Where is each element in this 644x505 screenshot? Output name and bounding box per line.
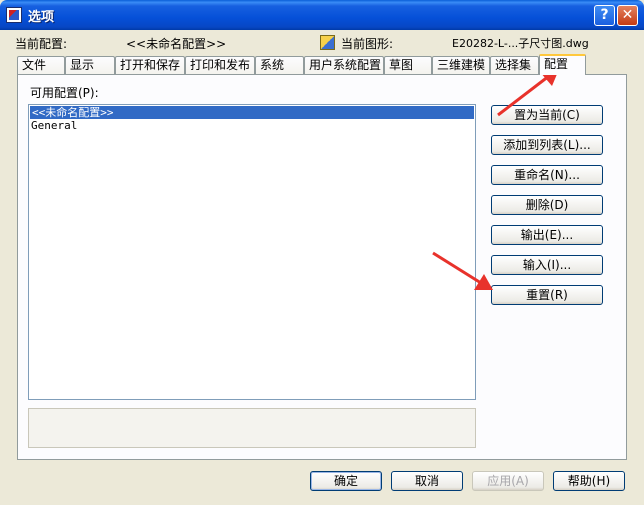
add-to-list-button[interactable]: 添加到列表(L)... <box>491 135 603 155</box>
help-icon[interactable]: ? <box>594 5 615 26</box>
close-icon[interactable]: ✕ <box>617 5 638 26</box>
available-profiles-label: 可用配置(P): <box>30 86 99 100</box>
autocad-app-icon <box>6 7 22 23</box>
tab-system[interactable]: 系统 <box>255 56 304 74</box>
import-button[interactable]: 输入(I)... <box>491 255 603 275</box>
tab-plot-and-publish[interactable]: 打印和发布 <box>185 56 255 74</box>
ok-button[interactable]: 确定 <box>310 471 382 491</box>
tab-display[interactable]: 显示 <box>65 56 115 74</box>
tab-user-preferences[interactable]: 用户系统配置 <box>304 56 384 74</box>
delete-button[interactable]: 删除(D) <box>491 195 603 215</box>
tab-drafting[interactable]: 草图 <box>384 56 432 74</box>
current-drawing-value: E20282-L-...子尺寸图.dwg <box>452 37 589 50</box>
list-item[interactable]: General <box>29 119 475 132</box>
profile-description-box <box>28 408 476 448</box>
reset-button[interactable]: 重置(R) <box>491 285 603 305</box>
tab-selection[interactable]: 选择集 <box>490 56 539 74</box>
list-item[interactable]: <<未命名配置>> <box>30 106 474 119</box>
tab-profiles[interactable]: 配置 <box>539 54 586 75</box>
current-drawing-label: 当前图形: <box>341 37 394 51</box>
title-bar[interactable]: 选项 ? ✕ <box>0 0 644 30</box>
tab-open-and-save[interactable]: 打开和保存 <box>115 56 185 74</box>
set-current-button[interactable]: 置为当前(C) <box>491 105 603 125</box>
profiles-listbox[interactable]: <<未命名配置>> General <box>28 104 476 400</box>
tab-3d-modeling[interactable]: 三维建模 <box>432 56 490 74</box>
export-button[interactable]: 输出(E)... <box>491 225 603 245</box>
help-button[interactable]: 帮助(H) <box>553 471 625 491</box>
apply-button[interactable]: 应用(A) <box>472 471 544 491</box>
cancel-button[interactable]: 取消 <box>391 471 463 491</box>
window-title: 选项 <box>28 10 55 25</box>
current-profile-label: 当前配置: <box>15 37 68 51</box>
rename-button[interactable]: 重命名(N)... <box>491 165 603 185</box>
drawing-file-icon <box>320 35 335 50</box>
current-profile-value: <<未命名配置>> <box>126 37 227 51</box>
tab-files[interactable]: 文件 <box>17 56 65 74</box>
